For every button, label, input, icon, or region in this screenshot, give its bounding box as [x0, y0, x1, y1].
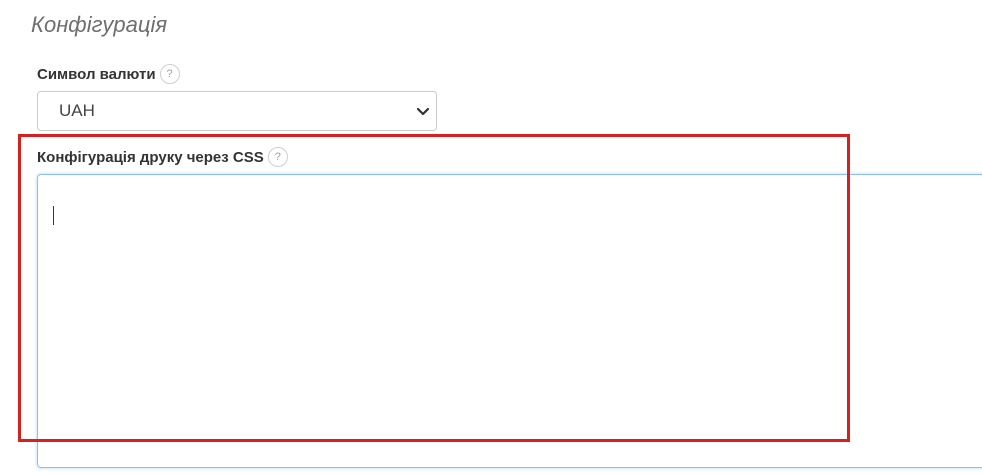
chevron-down-icon	[416, 107, 430, 116]
css-print-config-label-text: Конфігурація друку через CSS	[37, 148, 264, 166]
css-print-config-label: Конфігурація друку через CSS ?	[37, 147, 288, 167]
currency-symbol-selected-value: UAH	[59, 101, 95, 120]
section-title: Конфігурація	[31, 12, 168, 37]
currency-symbol-label-text: Символ валюти	[37, 65, 156, 83]
currency-symbol-select[interactable]: UAH	[37, 91, 437, 131]
currency-symbol-label: Символ валюти ?	[37, 64, 180, 84]
css-print-config-textarea[interactable]	[37, 174, 982, 468]
help-icon[interactable]: ?	[267, 147, 288, 167]
text-cursor	[53, 206, 54, 225]
help-icon[interactable]: ?	[159, 64, 180, 84]
